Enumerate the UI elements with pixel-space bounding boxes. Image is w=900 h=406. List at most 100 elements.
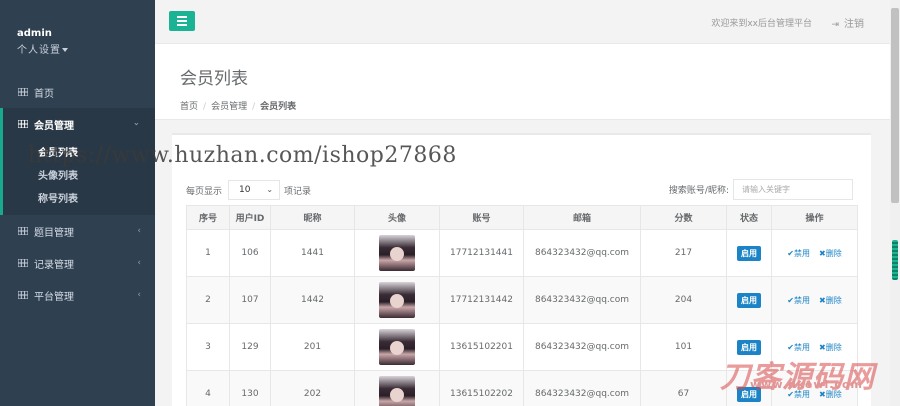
vertical-scrollbar[interactable] — [890, 0, 900, 406]
scrollbar-thumb[interactable] — [891, 8, 899, 203]
grid-icon — [18, 120, 28, 128]
caret-down-icon — [62, 48, 68, 52]
grid-icon — [18, 227, 28, 235]
cell-nickname: 1442 — [270, 276, 355, 324]
cell-uid: 129 — [229, 323, 271, 371]
search-label: 搜索账号/昵称: — [668, 186, 729, 196]
chevron-left-icon: ‹ — [137, 258, 141, 268]
profile-settings-label: 个人设置 — [17, 45, 61, 56]
subitem-label: 头像列表 — [38, 171, 78, 182]
chevron-down-icon: ⌄ — [266, 185, 274, 194]
times-icon: ✖ — [819, 248, 826, 258]
status-badge[interactable]: 启用 — [737, 339, 761, 355]
cell-score: 204 — [640, 276, 727, 324]
delete-button[interactable]: ✖删除 — [819, 295, 842, 306]
delete-button[interactable]: ✖删除 — [819, 248, 842, 259]
per-page-label: 每页显示 — [186, 186, 223, 197]
sidebar-item-question-management[interactable]: 题目管理 ‹ — [0, 215, 155, 247]
cell-account: 17712131442 — [439, 276, 524, 324]
cell-uid: 130 — [229, 370, 271, 406]
table-row: 4 130 202 13615102202 864323432@qq.com 6… — [186, 370, 858, 406]
page-heading: 会员列表 首页 / 会员管理 / 会员列表 — [155, 44, 890, 120]
status-badge[interactable]: 启用 — [737, 386, 761, 402]
scroll-indicator — [892, 240, 898, 280]
grid-icon — [18, 88, 28, 96]
status-badge[interactable]: 启用 — [737, 245, 761, 261]
grid-icon — [18, 259, 28, 267]
sidebar-item-home[interactable]: 首页 — [0, 76, 155, 108]
col-header[interactable]: 用户ID — [229, 205, 271, 230]
col-header[interactable]: 头像 — [354, 205, 440, 230]
subitem-label: 称号列表 — [38, 194, 78, 205]
breadcrumb-member-management[interactable]: 会员管理 — [211, 102, 247, 112]
sidebar-item-platform-management[interactable]: 平台管理 ‹ — [0, 279, 155, 311]
cell-score: 217 — [640, 229, 727, 277]
cell-index: 3 — [186, 323, 230, 371]
profile-settings-dropdown[interactable]: 个人设置 — [17, 41, 155, 56]
logout-link[interactable]: ⇥ 注销 — [831, 15, 864, 30]
table-header-row: 序号 用户ID 昵称 头像 账号 邮箱 分数 状态 操作 — [186, 205, 858, 230]
per-page-select[interactable]: 10 ⌄ — [228, 180, 281, 200]
check-circle-icon: ✔ — [787, 389, 794, 399]
col-header[interactable]: 序号 — [186, 205, 230, 230]
disable-button[interactable]: ✔禁用 — [787, 248, 810, 259]
cell-score: 101 — [640, 323, 727, 371]
menu-toggle-button[interactable] — [169, 11, 195, 31]
check-circle-icon: ✔ — [787, 248, 794, 258]
disable-button[interactable]: ✔禁用 — [787, 295, 810, 306]
cell-account: 17712131441 — [439, 229, 524, 277]
search-placeholder: 请输入关键字 — [742, 185, 790, 194]
col-header[interactable]: 昵称 — [270, 205, 355, 230]
cell-account: 13615102202 — [439, 370, 524, 406]
grid-icon — [18, 291, 28, 299]
table-row: 2 107 1442 17712131442 864323432@qq.com … — [186, 276, 858, 324]
avatar — [379, 282, 415, 318]
sidebar-item-label: 题目管理 — [34, 227, 74, 239]
cell-index: 4 — [186, 370, 230, 406]
avatar — [379, 376, 415, 406]
per-page-value: 10 — [239, 185, 251, 195]
sign-out-icon: ⇥ — [831, 20, 839, 30]
disable-button[interactable]: ✔禁用 — [787, 342, 810, 353]
sidebar-item-record-management[interactable]: 记录管理 ‹ — [0, 247, 155, 279]
cell-uid: 106 — [229, 229, 271, 277]
member-table: 序号 用户ID 昵称 头像 账号 邮箱 分数 状态 操作 1 106 1441 … — [186, 205, 858, 406]
subitem-label: 会员列表 — [38, 148, 78, 159]
page-length-control: 每页显示 10 ⌄ 项记录 — [186, 180, 311, 200]
disable-button[interactable]: ✔禁用 — [787, 389, 810, 400]
col-header[interactable]: 账号 — [439, 205, 524, 230]
profile-name: admin — [17, 28, 52, 39]
logout-label: 注销 — [844, 19, 864, 30]
col-header[interactable]: 状态 — [726, 205, 772, 230]
sidebar-subitem-avatar-list[interactable]: 头像列表 — [3, 163, 155, 186]
table-row: 3 129 201 13615102201 864323432@qq.com 1… — [186, 323, 858, 371]
cell-nickname: 1441 — [270, 229, 355, 277]
search-input[interactable]: 请输入关键字 — [733, 179, 853, 200]
status-badge[interactable]: 启用 — [737, 292, 761, 308]
sidebar-item-label: 首页 — [34, 88, 54, 100]
page-title: 会员列表 — [180, 69, 248, 89]
cell-email: 864323432@qq.com — [523, 276, 641, 324]
chevron-left-icon: ‹ — [137, 290, 141, 300]
welcome-text: 欢迎来到xx后台管理平台 — [711, 19, 812, 29]
delete-button[interactable]: ✖删除 — [819, 389, 842, 400]
chevron-left-icon: ‹ — [137, 226, 141, 236]
breadcrumb: 首页 / 会员管理 / 会员列表 — [180, 102, 297, 112]
avatar — [379, 235, 415, 271]
submenu: 会员列表 头像列表 称号列表 — [3, 140, 155, 215]
breadcrumb-home[interactable]: 首页 — [180, 102, 198, 112]
col-header[interactable]: 分数 — [640, 205, 727, 230]
sidebar-subitem-title-list[interactable]: 称号列表 — [3, 186, 155, 209]
cell-nickname: 202 — [270, 370, 355, 406]
search-control: 搜索账号/昵称: 请输入关键字 — [669, 179, 853, 200]
cell-account: 13615102201 — [439, 323, 524, 371]
sidebar-subitem-member-list[interactable]: 会员列表 — [3, 140, 155, 163]
col-header[interactable]: 邮箱 — [523, 205, 641, 230]
delete-button[interactable]: ✖删除 — [819, 342, 842, 353]
cell-index: 1 — [186, 229, 230, 277]
sidebar-item-label: 平台管理 — [34, 291, 74, 303]
times-icon: ✖ — [819, 389, 826, 399]
profile: admin 个人设置 — [0, 0, 155, 72]
cell-index: 2 — [186, 276, 230, 324]
sidebar-item-member-management[interactable]: 会员管理 ‹ — [3, 108, 155, 140]
